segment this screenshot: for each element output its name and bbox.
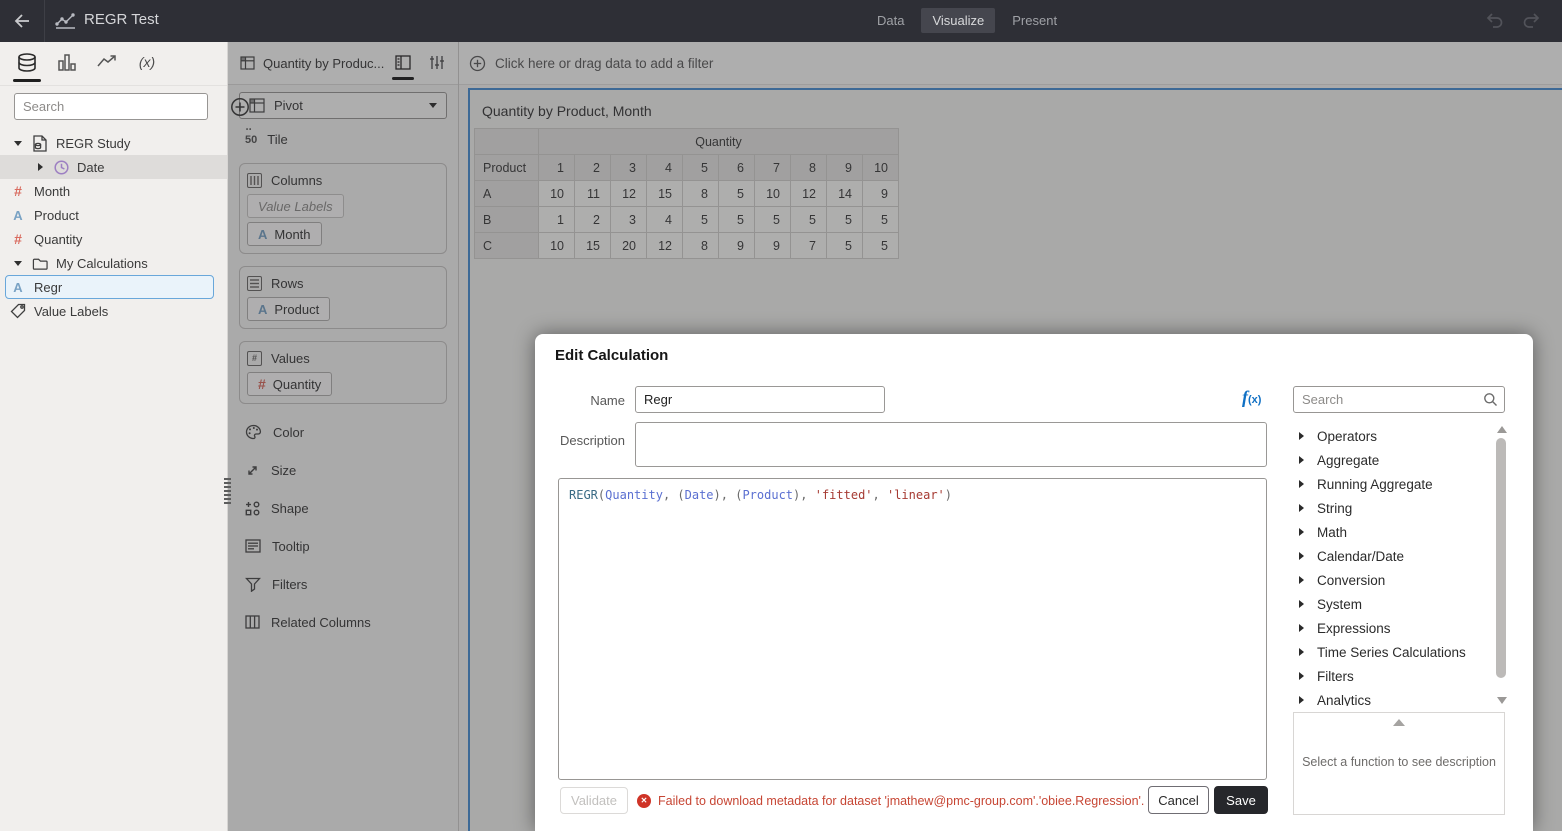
name-input[interactable] [635,386,885,413]
tree-item-date[interactable]: Date [0,155,227,179]
name-label: Name [590,393,625,408]
workbook-chart-icon [55,11,76,30]
category-system[interactable]: System [1293,592,1493,616]
description-input[interactable] [635,422,1267,467]
panel-nav-strip: (x) [0,42,227,86]
workbook-title: REGR Test [84,11,159,28]
error-text: Failed to download metadata for dataset … [658,793,1145,808]
category-string[interactable]: String [1293,496,1493,520]
category-math[interactable]: Math [1293,520,1493,544]
back-arrow-icon [13,12,31,30]
function-list-scrollbar[interactable] [1496,424,1507,706]
category-conversion[interactable]: Conversion [1293,568,1493,592]
category-expressions[interactable]: Expressions [1293,616,1493,640]
back-button[interactable] [0,0,45,42]
category-time-series[interactable]: Time Series Calculations [1293,640,1493,664]
data-panel: (x) REGR Study [0,42,249,831]
text-attribute-icon: A [13,279,23,295]
tree-item-product[interactable]: A Product [0,203,227,227]
mode-tabs: Data Visualize Present [866,8,1068,33]
search-icon [1483,392,1498,407]
data-tree: REGR Study Date # Month A Product # Quan… [0,131,227,323]
function-description-box: Select a function to see description [1293,712,1505,815]
error-message-row: ✕ Failed to download metadata for datase… [637,787,1144,814]
redo-icon[interactable] [1522,11,1542,29]
topbar: REGR Test Data Visualize Present [0,0,1562,42]
calculations-fx-tab-icon[interactable]: (x) [134,52,160,82]
function-category-list: Operators Aggregate Running Aggregate St… [1293,424,1493,706]
number-attribute-icon: # [14,231,22,247]
category-aggregate[interactable]: Aggregate [1293,448,1493,472]
tag-icon [10,303,26,319]
caret-right-icon[interactable] [38,163,43,171]
tab-visualize[interactable]: Visualize [921,8,996,33]
dataset-icon [32,134,48,152]
fx-icon[interactable]: f (x) [1242,387,1261,408]
category-running-aggregate[interactable]: Running Aggregate [1293,472,1493,496]
text-attribute-icon: A [13,207,23,223]
tree-item-my-calculations[interactable]: My Calculations [0,251,227,275]
dialog-title: Edit Calculation [555,347,669,364]
scroll-down-arrow[interactable] [1497,697,1507,704]
category-operators[interactable]: Operators [1293,424,1493,448]
tree-item-regr[interactable]: A Regr [0,275,227,299]
cancel-button[interactable]: Cancel [1148,786,1209,814]
save-button[interactable]: Save [1214,786,1268,814]
function-search-input[interactable] [1293,386,1505,413]
edit-calculation-dialog: Edit Calculation Name f(x) Description R… [535,334,1533,831]
analytics-tab-icon[interactable] [94,52,120,82]
caret-down-icon[interactable] [14,260,22,266]
data-tab-icon[interactable] [13,52,41,82]
tree-item-value-labels[interactable]: Value Labels [0,299,227,323]
tree-item-month[interactable]: # Month [0,179,227,203]
panel-resize-handle[interactable] [224,478,231,506]
visualizations-tab-icon[interactable] [54,52,80,82]
data-search-input[interactable] [14,93,208,120]
number-attribute-icon: # [14,183,22,199]
scroll-up-arrow[interactable] [1497,426,1507,433]
clock-date-icon [53,159,69,175]
validate-button[interactable]: Validate [560,787,628,814]
formula-editor[interactable]: REGR(Quantity, (Date), (Product), 'fitte… [558,478,1267,780]
scrollbar-thumb[interactable] [1496,438,1506,678]
tree-item-quantity[interactable]: # Quantity [0,227,227,251]
description-placeholder: Select a function to see description [1302,755,1496,769]
category-analytics[interactable]: Analytics [1293,688,1493,706]
tab-data[interactable]: Data [866,8,915,33]
folder-icon [32,256,48,271]
tab-present[interactable]: Present [1001,8,1068,33]
app-root: REGR Test Data Visualize Present (x) Sea… [0,0,1562,831]
caret-down-icon[interactable] [14,140,22,146]
category-calendar-date[interactable]: Calendar/Date [1293,544,1493,568]
category-filters[interactable]: Filters [1293,664,1493,688]
description-label: Description [559,433,625,448]
collapse-up-icon[interactable] [1393,719,1405,726]
undo-icon[interactable] [1484,11,1504,29]
tree-item-regr-study[interactable]: REGR Study [0,131,227,155]
error-icon: ✕ [637,793,651,808]
